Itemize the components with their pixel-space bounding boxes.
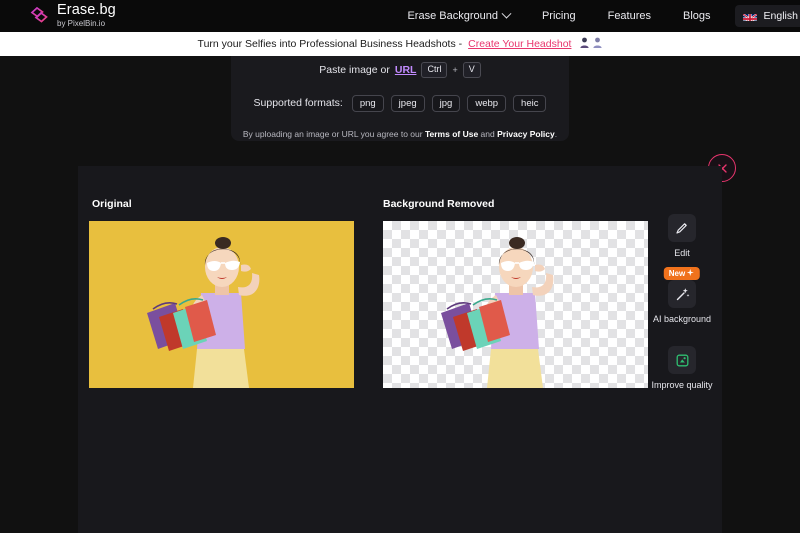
original-column-label: Original xyxy=(92,198,132,210)
format-chip-webp[interactable]: webp xyxy=(467,94,507,112)
background-removed-image[interactable] xyxy=(383,221,648,388)
new-badge-label: New xyxy=(668,269,686,278)
key-plus: + xyxy=(452,64,458,75)
tool-improve-quality[interactable]: Improve quality xyxy=(645,346,719,390)
nav-item-label: Erase Background xyxy=(407,10,498,22)
supported-formats-label: Supported formats: xyxy=(253,97,343,110)
brand-logo[interactable]: Erase.bg by PixelBin.io xyxy=(28,3,116,28)
paste-row: Paste image or URL Ctrl + V xyxy=(319,62,481,78)
person-dark-icon xyxy=(580,35,590,53)
nav-item-label: Features xyxy=(607,10,652,22)
erasebg-logo-icon xyxy=(28,5,50,27)
pencil-icon xyxy=(668,214,696,242)
original-image[interactable] xyxy=(89,221,354,388)
result-card: Original Background Removed xyxy=(78,166,722,533)
chevron-down-icon xyxy=(501,8,512,19)
new-badge: New xyxy=(663,267,701,280)
person-light-icon xyxy=(593,35,603,53)
format-chip-jpeg[interactable]: jpeg xyxy=(390,94,425,112)
brand-subtitle: by PixelBin.io xyxy=(57,18,106,28)
key-ctrl: Ctrl xyxy=(421,62,448,78)
tool-edit[interactable]: Edit xyxy=(645,214,719,258)
key-v: V xyxy=(462,62,481,78)
uk-flag-icon xyxy=(742,11,757,21)
language-label: English xyxy=(763,10,798,22)
tool-improve-quality-label: Improve quality xyxy=(651,380,713,390)
nav-item-features[interactable]: Features xyxy=(592,0,667,32)
format-chip-heic[interactable]: heic xyxy=(513,94,547,112)
promo-banner: Turn your Selfies into Professional Busi… xyxy=(0,32,800,56)
tool-ai-background[interactable]: New AI background xyxy=(645,267,719,324)
nav-item-label: Pricing xyxy=(541,10,576,22)
supported-formats-row: Supported formats: png jpeg jpg webp hei… xyxy=(253,94,547,112)
improve-quality-icon xyxy=(668,346,696,374)
promo-text: Turn your Selfies into Professional Busi… xyxy=(197,38,463,50)
upload-panel[interactable]: Paste image or URL Ctrl + V Supported fo… xyxy=(231,56,569,141)
terms-of-use-link[interactable]: Terms of Use xyxy=(425,129,478,139)
create-headshot-link[interactable]: Create Your Headshot xyxy=(468,38,571,50)
tool-ai-background-label: AI background xyxy=(652,314,712,324)
terms-notice: By uploading an image or URL you agree t… xyxy=(243,129,557,139)
nav-item-pricing[interactable]: Pricing xyxy=(526,0,592,32)
brand-title: Erase.bg xyxy=(57,2,116,19)
top-navigation-bar: Erase.bg by PixelBin.io Erase Background… xyxy=(0,0,800,32)
terms-and: and xyxy=(478,128,498,139)
sparkle-icon xyxy=(687,269,695,278)
paste-label: Paste image or xyxy=(319,63,390,76)
format-chip-png[interactable]: png xyxy=(351,94,384,112)
terms-prefix: By uploading an image or URL you agree t… xyxy=(242,128,425,139)
nav-item-label: Blogs xyxy=(683,10,711,22)
page-root: Erase.bg by PixelBin.io Erase Background… xyxy=(0,0,800,533)
promo-people-icons xyxy=(580,35,603,53)
privacy-policy-link[interactable]: Privacy Policy xyxy=(497,129,555,139)
format-chip-jpg[interactable]: jpg xyxy=(431,94,461,112)
language-selector[interactable]: English xyxy=(734,5,800,27)
tool-rail: Edit New AI background Improve quality xyxy=(645,214,719,390)
nav-item-blogs[interactable]: Blogs xyxy=(667,0,727,32)
terms-end: . xyxy=(554,128,558,139)
tool-edit-label: Edit xyxy=(674,248,690,258)
nav-links: Erase Background Pricing Features Blogs xyxy=(391,0,800,32)
paste-url-link[interactable]: URL xyxy=(395,64,417,76)
background-removed-column-label: Background Removed xyxy=(383,198,495,210)
nav-item-erase-background[interactable]: Erase Background xyxy=(391,0,526,32)
magic-wand-icon xyxy=(668,280,696,308)
